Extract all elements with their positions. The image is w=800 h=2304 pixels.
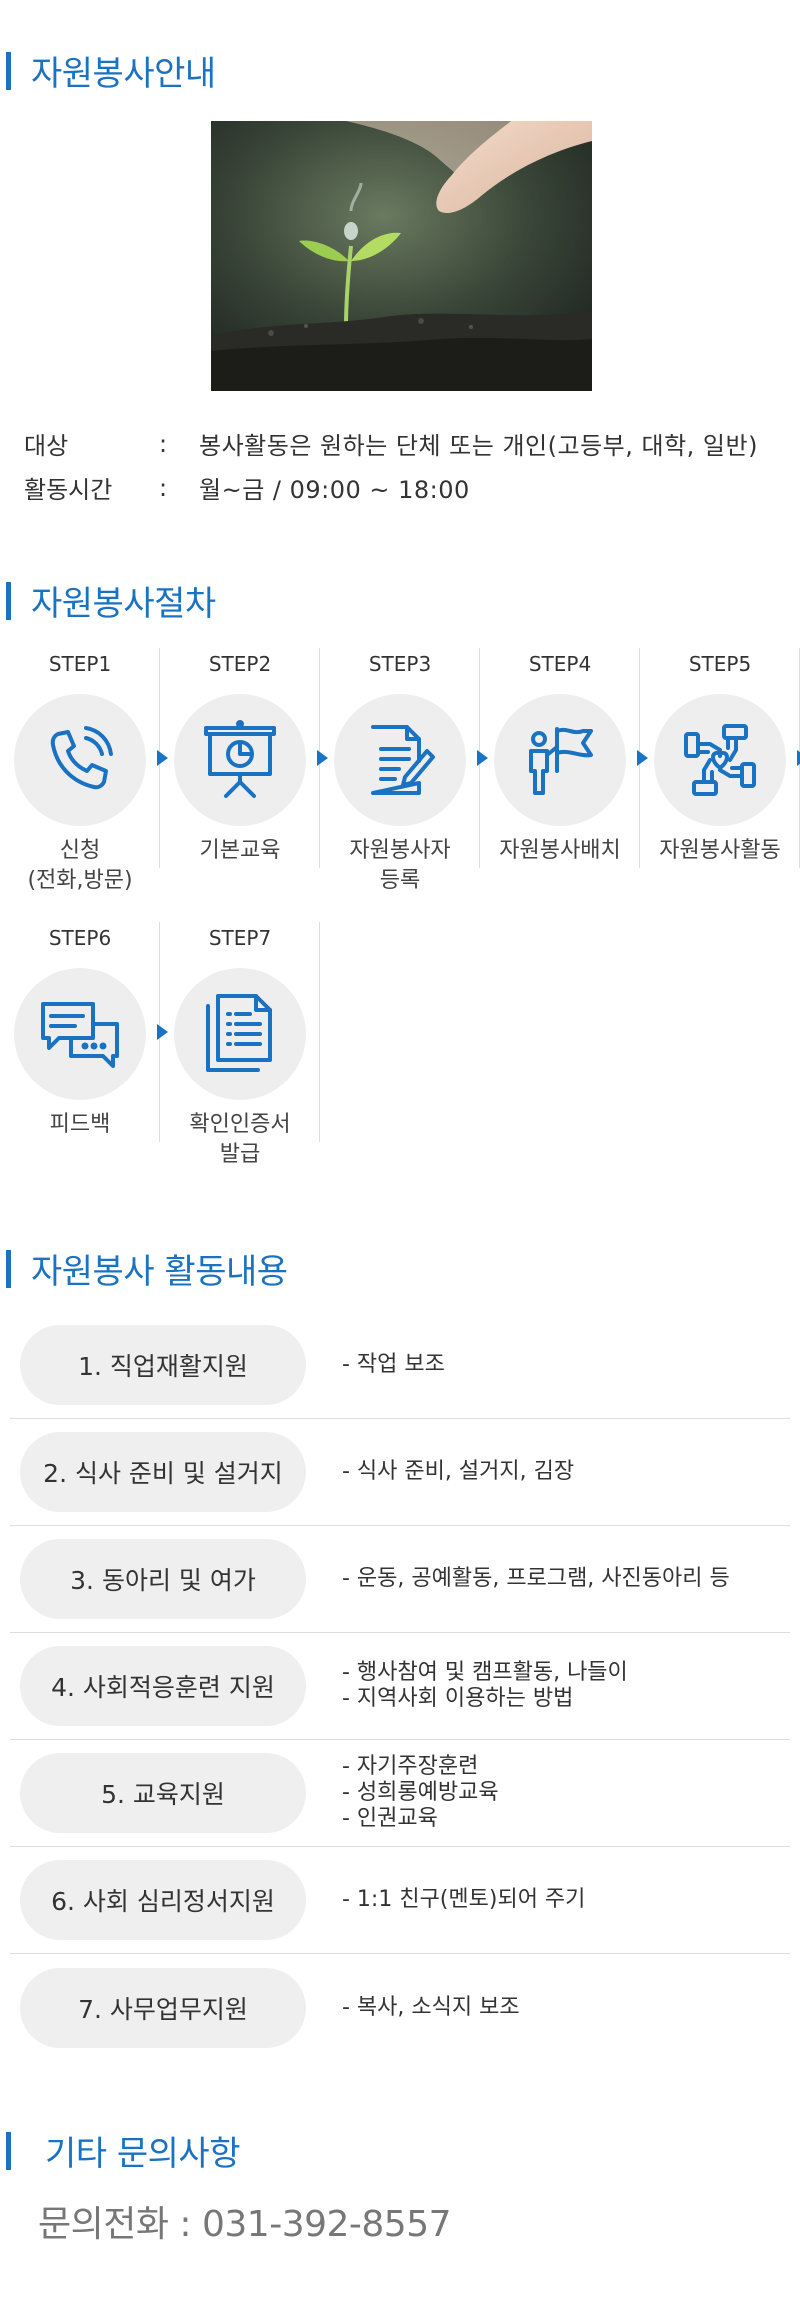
title-accent-bar [6,1249,11,1288]
step-3: STEP3 자원봉사자 등록 [320,648,488,896]
activity-row: 2. 식사 준비 및 설거지 - 식사 준비, 설거지, 김장 [10,1419,790,1526]
activity-desc-line: - 운동, 공예활동, 프로그램, 사진동아리 등 [342,1566,730,1591]
step-label: STEP4 [528,652,592,676]
step-label: STEP2 [208,652,272,676]
step-name: 확인인증서 발급 [189,1112,291,1167]
title-accent-bar [6,51,11,90]
step-5: STEP5 자원봉사활동 [640,648,800,896]
activities-title: 자원봉사 활동내용 [31,1252,288,1292]
contact-title: 기타 문의사항 [45,2134,241,2174]
step-name: 자원봉사자 등록 [349,838,451,893]
seedling-photo [211,121,592,391]
step-1: STEP1 신청 (전화,방문) [0,648,168,896]
activity-desc-line: - 자기주장훈련 [342,1754,479,1779]
step-label: STEP6 [48,926,112,950]
activity-desc: - 자기주장훈련 - 성희롱예방교육 - 인권교육 [342,1754,499,1832]
step-7: STEP7 확인인증서 발급 [160,922,320,1170]
activity-desc-line: - 성희롱예방교육 [342,1780,499,1805]
activity-name-pill: 4. 사회적응훈련 지원 [20,1646,306,1726]
step-name: 자원봉사배치 [499,838,621,863]
activity-desc: - 복사, 소식지 보조 [342,1995,520,2021]
steps-row-2: STEP6 피드백 STEP7 확인인증서 발급 [0,922,320,1170]
title-accent-bar [6,581,11,620]
step-name: 자원봉사활동 [659,838,781,863]
info-row-target: 대상 : 봉사활동은 원하는 단체 또는 개인(고등부, 대학, 일반) [24,426,758,461]
activity-desc-line: - 행사참여 및 캠프활동, 나들이 [342,1660,628,1685]
activity-desc: - 식사 준비, 설거지, 김장 [342,1459,574,1485]
activity-row: 3. 동아리 및 여가 - 운동, 공예활동, 프로그램, 사진동아리 등 [10,1526,790,1633]
info-key: 대상 [24,432,69,460]
activity-name-pill: 6. 사회 심리정서지원 [20,1860,306,1940]
activity-desc-line: - 작업 보조 [342,1352,445,1377]
step-icon-circle [334,694,466,826]
step-name: 기본교육 [199,838,281,863]
steps-row-1: STEP1 신청 (전화,방문) STEP2 기본교육 STEP3 자원봉사자 … [0,648,800,896]
step-name: 피드백 [49,1112,111,1137]
document-pen-icon [371,725,435,795]
step-icon-circle [14,968,146,1100]
phone-icon [50,726,113,790]
activity-name-pill: 1. 직업재활지원 [20,1325,306,1405]
intro-title: 자원봉사안내 [31,54,216,94]
section-title-contact: 기타 문의사항 [6,2126,241,2175]
step-icon-circle [494,694,626,826]
info-key: 활동시간 [24,476,113,504]
activity-name-pill: 3. 동아리 및 여가 [20,1539,306,1619]
activity-name-pill: 5. 교육지원 [20,1753,306,1833]
info-colon: : [159,429,168,458]
activity-desc: - 운동, 공예활동, 프로그램, 사진동아리 등 [342,1566,730,1592]
info-row-hours: 활동시간 : 월~금 / 09:00 ~ 18:00 [24,470,470,505]
activity-desc-line: - 복사, 소식지 보조 [342,1994,520,2020]
activity-row: 4. 사회적응훈련 지원 - 행사참여 및 캠프활동, 나들이 - 지역사회 이… [10,1633,790,1740]
hands-heart-icon [684,724,756,796]
activity-row: 5. 교육지원 - 자기주장훈련 - 성희롱예방교육 - 인권교육 [10,1740,790,1847]
contact-phone: 문의전화 : 031-392-8557 [38,2204,452,2245]
info-value: 봉사활동은 원하는 단체 또는 개인(고등부, 대학, 일반) [199,432,758,460]
person-flag-icon [529,727,593,795]
section-title-intro: 자원봉사안내 [6,46,216,95]
step-name: 신청 (전화,방문) [27,838,133,893]
step-2: STEP2 기본교육 [160,648,328,896]
step-icon-circle [174,694,306,826]
activity-desc-line: - 지역사회 이용하는 방법 [342,1686,574,1711]
activity-row: 7. 사무업무지원 - 복사, 소식지 보조 [10,1954,790,2061]
step-6: STEP6 피드백 [0,922,168,1170]
activity-name-pill: 7. 사무업무지원 [20,1967,306,2048]
step-icon-circle [654,694,786,826]
presentation-icon [204,720,276,798]
step-4: STEP4 자원봉사배치 [480,648,648,896]
activity-row: 1. 직업재활지원 - 작업 보조 [10,1312,790,1419]
step-divider [319,922,320,1142]
certificate-docs-icon [206,994,272,1072]
activity-row: 6. 사회 심리정서지원 - 1:1 친구(멘토)되어 주기 [10,1847,790,1954]
step-icon-circle [14,694,146,826]
step-label: STEP5 [688,652,752,676]
info-colon: : [159,473,168,502]
section-title-procedure: 자원봉사절차 [6,576,216,625]
step-label: STEP7 [208,926,272,950]
title-accent-bar [6,2131,11,2170]
section-title-activities: 자원봉사 활동내용 [6,1244,288,1293]
activity-desc: - 1:1 친구(멘토)되어 주기 [342,1887,585,1913]
procedure-title: 자원봉사절차 [31,584,216,624]
activity-desc-line: - 1:1 친구(멘토)되어 주기 [342,1887,586,1912]
activity-name-pill: 2. 식사 준비 및 설거지 [20,1432,306,1512]
activity-desc: - 작업 보조 [342,1352,445,1378]
info-value: 월~금 / 09:00 ~ 18:00 [199,476,470,504]
step-label: STEP1 [48,652,112,676]
step-label: STEP3 [368,652,432,676]
activity-desc-line: - 인권교육 [342,1806,438,1831]
chat-bubbles-icon [41,1002,119,1068]
step-icon-circle [174,968,306,1100]
activity-desc: - 행사참여 및 캠프활동, 나들이 - 지역사회 이용하는 방법 [342,1660,628,1712]
activity-desc-line: - 식사 준비, 설거지, 김장 [342,1459,575,1484]
